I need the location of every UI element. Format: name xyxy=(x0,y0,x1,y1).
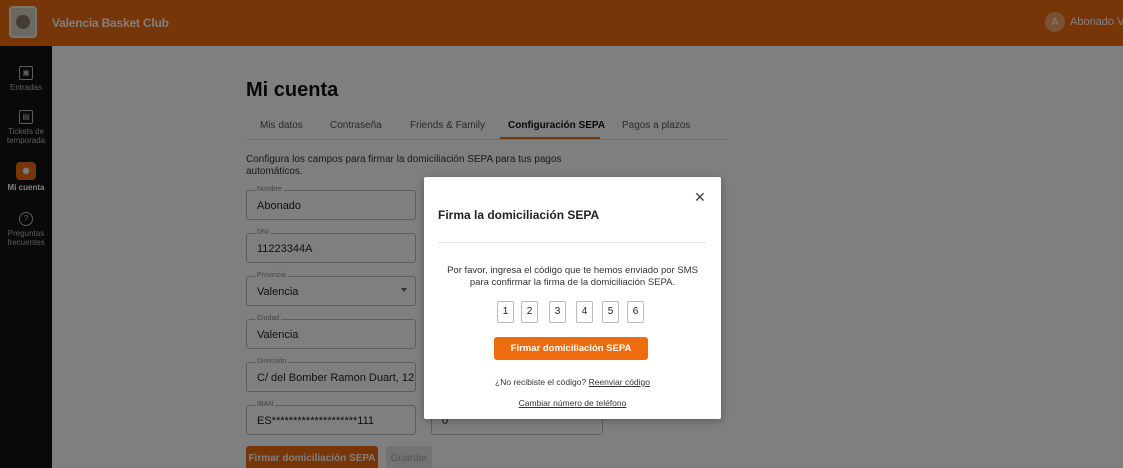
otp-digit-2[interactable]: 2 xyxy=(521,301,538,323)
confirm-sepa-button[interactable]: Firmar domiciliación SEPA xyxy=(494,337,648,360)
change-phone-link[interactable]: Cambiar número de teléfono xyxy=(424,398,721,408)
close-icon[interactable]: ✕ xyxy=(694,189,706,206)
otp-digit-6[interactable]: 6 xyxy=(627,301,644,323)
resend-prompt: ¿No recibiste el código? xyxy=(495,377,587,387)
dialog-divider xyxy=(438,242,706,243)
dialog-message: Por favor, ingresa el código que te hemo… xyxy=(447,265,698,288)
sepa-signature-dialog: ✕ Firma la domiciliación SEPA Por favor,… xyxy=(424,177,721,419)
dialog-title: Firma la domiciliación SEPA xyxy=(438,208,600,222)
otp-digit-3[interactable]: 3 xyxy=(549,301,566,323)
resend-row: ¿No recibiste el código? Reenviar código xyxy=(424,377,721,387)
otp-digit-5[interactable]: 5 xyxy=(602,301,619,323)
resend-code-link[interactable]: Reenviar código xyxy=(589,377,650,387)
otp-digit-1[interactable]: 1 xyxy=(497,301,514,323)
otp-digit-4[interactable]: 4 xyxy=(576,301,593,323)
